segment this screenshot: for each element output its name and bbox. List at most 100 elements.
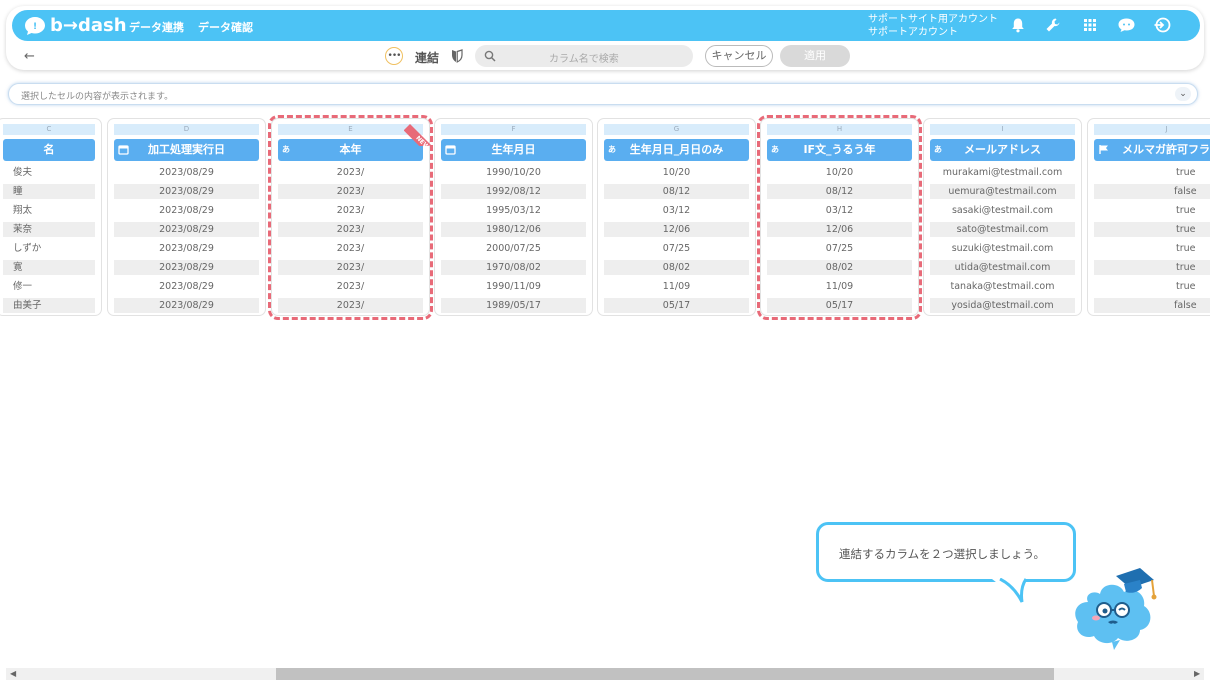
table-cell[interactable]: 2023/08/29 [114,241,259,256]
logo[interactable]: ! b→dash [24,15,127,36]
grid-icon[interactable] [1082,17,1098,33]
column-j[interactable]: J メルマガ許可フラグ true false true true true tr… [1087,118,1210,316]
table-cell[interactable]: true [1094,241,1210,256]
table-cell[interactable]: 11/09 [604,279,749,294]
table-cell[interactable]: 2023/ [278,279,423,294]
table-cell[interactable]: 12/06 [767,222,912,237]
table-cell[interactable]: uemura@testmail.com [930,184,1075,199]
table-cell[interactable]: 2023/08/29 [114,279,259,294]
table-cell[interactable]: 1990/10/20 [441,165,586,180]
table-cell[interactable]: 1989/05/17 [441,298,586,313]
column-e[interactable]: E あ 本年 2023/ 2023/ 2023/ 2023/ 2023/ 202… [271,118,430,316]
table-cell[interactable]: 瞳 [3,184,95,199]
table-cell[interactable]: 2023/08/29 [114,298,259,313]
table-cell[interactable]: 由美子 [3,298,95,313]
column-g[interactable]: G あ 生年月日_月日のみ 10/20 08/12 03/12 12/06 07… [597,118,756,316]
table-cell[interactable]: sasaki@testmail.com [930,203,1075,218]
table-cell[interactable]: 10/20 [604,165,749,180]
column-header[interactable]: あ 本年 [278,139,423,161]
table-cell[interactable]: 08/12 [604,184,749,199]
table-cell[interactable]: 03/12 [604,203,749,218]
more-options-icon[interactable]: ••• [385,47,403,65]
table-cell[interactable]: 2023/08/29 [114,203,259,218]
nav-link-data-check[interactable]: データ確認 [198,19,253,35]
logout-icon[interactable] [1153,17,1172,33]
table-cell[interactable]: 2023/ [278,165,423,180]
cancel-button[interactable]: キャンセル [705,45,773,67]
table-cell[interactable]: 03/12 [767,203,912,218]
column-header[interactable]: メルマガ許可フラグ [1094,139,1210,161]
table-cell[interactable]: 1970/08/02 [441,260,586,275]
horizontal-scrollbar-thumb[interactable] [276,668,1054,680]
table-cell[interactable]: yosida@testmail.com [930,298,1075,313]
table-cell[interactable]: しずか [3,241,95,256]
table-cell[interactable]: 07/25 [767,241,912,256]
table-cell[interactable]: false [1094,184,1210,199]
column-search-input[interactable]: カラム名で検索 [475,45,693,67]
table-cell[interactable]: 2023/08/29 [114,184,259,199]
table-cell[interactable]: 10/20 [767,165,912,180]
table-cell[interactable]: true [1094,203,1210,218]
table-cell[interactable]: tanaka@testmail.com [930,279,1075,294]
nav-link-data-integration[interactable]: データ連携 [129,19,184,35]
column-header[interactable]: あ メールアドレス [930,139,1075,161]
table-cell[interactable]: sato@testmail.com [930,222,1075,237]
cell-content-display[interactable]: 選択したセルの内容が表示されます。 ⌄ [8,83,1198,105]
account-info[interactable]: サポートサイト用アカウント サポートアカウント [868,13,998,39]
table-cell[interactable]: false [1094,298,1210,313]
column-header[interactable]: 名 [3,139,95,161]
table-cell[interactable]: 12/06 [604,222,749,237]
table-cell[interactable]: 2023/08/29 [114,260,259,275]
table-cell[interactable]: 翔太 [3,203,95,218]
table-cell[interactable]: 茉奈 [3,222,95,237]
table-cell[interactable]: utida@testmail.com [930,260,1075,275]
table-cell[interactable]: 08/02 [604,260,749,275]
table-cell[interactable]: 2023/ [278,222,423,237]
wrench-icon[interactable] [1045,17,1061,33]
scroll-right-icon[interactable]: ▶ [1194,668,1200,680]
table-cell[interactable]: 11/09 [767,279,912,294]
table-cell[interactable]: 2023/ [278,260,423,275]
apply-button[interactable]: 適用 [780,45,850,67]
table-cell[interactable]: true [1094,279,1210,294]
table-cell[interactable]: 俊夫 [3,165,95,180]
column-header[interactable]: あ 生年月日_月日のみ [604,139,749,161]
table-cell[interactable]: 2023/ [278,203,423,218]
table-cell[interactable]: 1980/12/06 [441,222,586,237]
table-cell[interactable]: true [1094,260,1210,275]
table-cell[interactable]: 08/02 [767,260,912,275]
table-cell[interactable]: 2023/ [278,241,423,256]
table-cell[interactable]: 2000/07/25 [441,241,586,256]
table-cell[interactable]: 07/25 [604,241,749,256]
table-cell[interactable]: 05/17 [604,298,749,313]
column-header[interactable]: 加工処理実行日 [114,139,259,161]
table-cell[interactable]: true [1094,222,1210,237]
table-cell[interactable]: true [1094,165,1210,180]
table-cell[interactable]: 2023/08/29 [114,222,259,237]
column-header[interactable]: 生年月日 [441,139,586,161]
table-cell[interactable]: suzuki@testmail.com [930,241,1075,256]
chat-icon[interactable] [1117,17,1136,33]
column-header[interactable]: あ IF文_うるう年 [767,139,912,161]
table-cell[interactable]: 1990/11/09 [441,279,586,294]
scroll-left-icon[interactable]: ◀ [10,668,16,680]
column-f[interactable]: F 生年月日 1990/10/20 1992/08/12 1995/03/12 … [434,118,593,316]
table-cell[interactable]: murakami@testmail.com [930,165,1075,180]
column-i[interactable]: I あ メールアドレス murakami@testmail.com uemura… [923,118,1082,316]
column-c[interactable]: C 名 俊夫 瞳 翔太 茉奈 しずか 寛 修一 由美子 [0,118,102,316]
table-cell[interactable]: 08/12 [767,184,912,199]
column-h[interactable]: H あ IF文_うるう年 10/20 08/12 03/12 12/06 07/… [760,118,919,316]
table-cell[interactable]: 2023/ [278,298,423,313]
table-cell[interactable]: 1995/03/12 [441,203,586,218]
table-cell[interactable]: 寛 [3,260,95,275]
bell-icon[interactable] [1010,17,1026,33]
chevron-down-icon[interactable]: ⌄ [1175,87,1191,101]
back-icon[interactable]: ← [24,49,35,64]
column-d[interactable]: D 加工処理実行日 2023/08/29 2023/08/29 2023/08/… [107,118,266,316]
table-cell[interactable]: 2023/ [278,184,423,199]
table-cell[interactable]: 修一 [3,279,95,294]
table-cell[interactable]: 2023/08/29 [114,165,259,180]
table-cell[interactable]: 05/17 [767,298,912,313]
table-cell[interactable]: 1992/08/12 [441,184,586,199]
shield-icon[interactable] [451,49,463,63]
